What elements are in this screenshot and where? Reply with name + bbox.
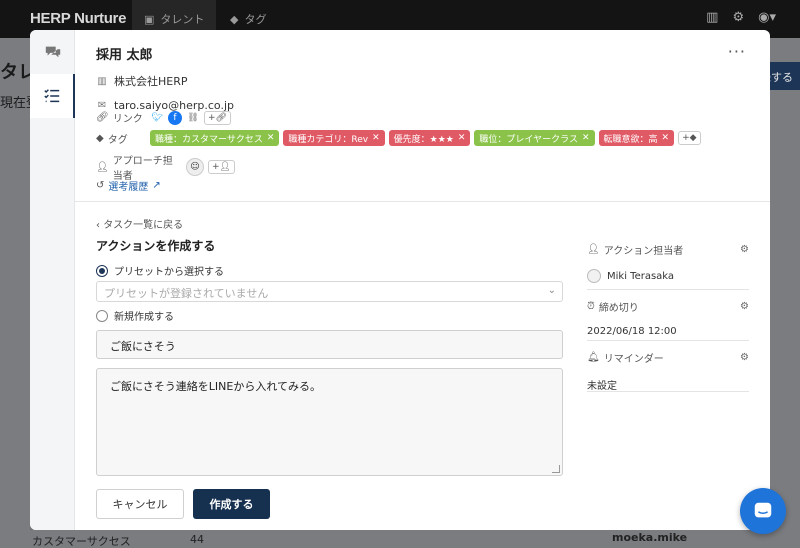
new-radio-label: 新規作成する	[114, 312, 174, 323]
link-label: リンク	[112, 114, 143, 125]
tag-chip[interactable]: 職種カテゴリ：Rev ✕	[283, 130, 385, 146]
remove-tag-icon[interactable]: ✕	[582, 133, 590, 143]
tag-label: タグ	[107, 134, 128, 146]
tasks-tab[interactable]	[30, 74, 75, 118]
assignee-value: Miki Terasaka	[607, 270, 675, 282]
selection-history-link[interactable]: 選考履歴	[108, 178, 148, 193]
divider	[587, 289, 749, 290]
assignee-avatar	[587, 269, 601, 283]
preset-radio[interactable]	[96, 264, 108, 277]
link-row: 🔗︎ リンク 🐦︎ f ⛓︎ +🔗︎	[96, 110, 231, 125]
reminder-value: 未設定	[587, 381, 617, 392]
remove-tag-icon[interactable]: ✕	[458, 133, 466, 143]
divider	[587, 340, 749, 341]
tag-chip-label: 職位：プレイヤークラス	[479, 134, 578, 145]
remove-tag-icon[interactable]: ✕	[662, 133, 670, 143]
back-label: タスク一覧に戻る	[103, 220, 184, 231]
twitter-icon[interactable]: 🐦︎	[150, 111, 164, 125]
nav-tag-label: タグ	[244, 13, 267, 26]
approach-avatar[interactable]: ☺	[186, 158, 204, 176]
history-row: ↺ 選考履歴 ↗	[96, 178, 161, 193]
background-name: moeka.mike	[612, 531, 688, 544]
back-to-tasks-link[interactable]: ‹ タスク一覧に戻る	[96, 216, 183, 231]
add-link-button[interactable]: +🔗︎	[204, 110, 231, 125]
tag-chip[interactable]: 転職意欲：高 ✕	[598, 130, 675, 146]
app-logo: HERP Nurture	[30, 10, 127, 27]
deadline-section: ⏰︎ 締め切り ⚙ 2022/06/18 12:00	[587, 299, 749, 337]
history-icon: ↺	[96, 180, 105, 191]
remove-tag-icon[interactable]: ✕	[372, 133, 380, 143]
chart-icon[interactable]: ▥	[706, 10, 718, 25]
background-row-text: カスタマーサクセス	[32, 535, 131, 548]
modal-sidebar	[30, 30, 75, 530]
resize-handle[interactable]	[552, 465, 560, 473]
divider	[75, 201, 770, 202]
tag-chip-label: 転職意欲：高	[603, 134, 658, 145]
building-icon: ▥	[97, 75, 107, 87]
comments-tab[interactable]	[30, 30, 75, 74]
preset-select[interactable]: プリセットが登録されていません ⌄	[96, 281, 563, 302]
cancel-button[interactable]: キャンセル	[96, 489, 184, 519]
chat-icon	[754, 502, 772, 518]
tag-icon: ◆	[230, 12, 239, 26]
company-name: 株式会社HERP	[114, 75, 188, 88]
new-radio-option[interactable]: 新規作成する	[96, 308, 174, 323]
background-row-count: 44	[190, 533, 204, 546]
preset-radio-option[interactable]: プリセットから選択する	[96, 263, 224, 278]
checklist-icon	[43, 89, 59, 103]
add-approach-button[interactable]: +👤︎	[208, 160, 235, 174]
section-title: アクションを作成する	[96, 239, 216, 253]
url-link-icon[interactable]: ⛓︎	[186, 111, 200, 125]
add-tag-button[interactable]: +◆	[678, 131, 701, 145]
candidate-profile: 採用 太郎 ▥ 株式会社HERP ✉ taro.saiyo@herp.co.jp	[96, 44, 746, 112]
assignee-label: アクション担当者	[603, 246, 684, 257]
background-right	[770, 38, 800, 548]
tag-row: ◆ タグ 職種：カスタマーサクセス ✕ 職種カテゴリ：Rev ✕ 優先度：★★★ ✕ 職…	[96, 130, 701, 146]
action-title-input[interactable]: ご飯にさそう	[96, 330, 563, 359]
tag-chip[interactable]: 職種：カスタマーサクセス ✕	[150, 130, 280, 146]
chat-icon	[45, 46, 60, 58]
tag-chip-label: 職種：カスタマーサクセス	[155, 134, 263, 145]
tag-chip[interactable]: 優先度：★★★ ✕	[388, 130, 471, 146]
person-icon: 👤︎	[587, 244, 600, 255]
assignee-gear-icon[interactable]: ⚙	[740, 244, 749, 255]
new-radio[interactable]	[96, 309, 108, 322]
person-icon: 👤︎	[96, 161, 109, 173]
reminder-gear-icon[interactable]: ⚙	[740, 352, 749, 363]
tag-icon: ◆	[96, 132, 104, 144]
chevron-down-icon: ⌄	[547, 285, 556, 296]
reminder-label: リマインダー	[603, 354, 664, 365]
action-modal: 採用 太郎 ▥ 株式会社HERP ✉ taro.saiyo@herp.co.jp ·…	[30, 30, 770, 530]
gear-icon[interactable]: ⚙	[732, 10, 744, 25]
alarm-icon: ⏰︎	[587, 301, 595, 312]
preset-select-placeholder: プリセットが登録されていません	[104, 287, 269, 300]
tag-chip-label: 職種カテゴリ：Rev	[288, 134, 369, 145]
divider	[587, 391, 749, 392]
external-link-icon: ↗	[152, 180, 161, 191]
facebook-icon[interactable]: f	[168, 110, 182, 125]
remove-tag-icon[interactable]: ✕	[267, 133, 275, 143]
tag-chip-label: 優先度：★★★	[393, 134, 454, 145]
person-icon: ▣	[144, 12, 155, 26]
bell-icon: 🔔︎	[587, 352, 600, 363]
preset-radio-label: プリセットから選択する	[114, 267, 224, 278]
link-icon: 🔗︎	[96, 112, 109, 123]
deadline-value: 2022/06/18 12:00	[587, 326, 677, 337]
candidate-name: 採用 太郎	[96, 48, 153, 63]
top-icons: ▥ ⚙ ◉▾	[706, 10, 776, 25]
create-button[interactable]: 作成する	[193, 489, 270, 519]
deadline-gear-icon[interactable]: ⚙	[740, 301, 749, 312]
action-body-textarea[interactable]: ご飯にさそう連絡をLINEから入れてみる。	[96, 368, 563, 476]
user-menu-icon[interactable]: ◉▾	[758, 10, 776, 25]
nav-talent-label: タレント	[160, 13, 205, 26]
deadline-label: 締め切り	[598, 303, 639, 314]
reminder-section: 🔔︎ リマインダー ⚙ 未設定	[587, 350, 749, 392]
tag-chip[interactable]: 職位：プレイヤークラス ✕	[474, 130, 595, 146]
action-body-text: ご飯にさそう連絡をLINEから入れてみる。	[110, 380, 321, 393]
more-menu-icon[interactable]: ···	[728, 42, 746, 61]
assignee-section: 👤︎ アクション担当者 ⚙ Miki Terasaka	[587, 242, 749, 283]
background-left	[0, 38, 30, 548]
support-chat-button[interactable]	[740, 488, 786, 534]
